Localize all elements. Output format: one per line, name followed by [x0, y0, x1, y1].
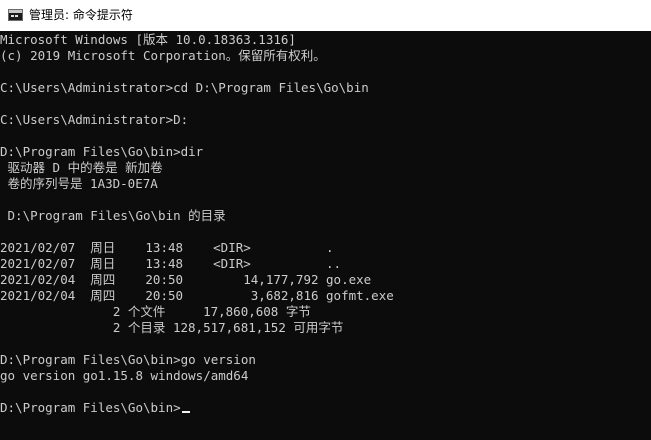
console-line: 2021/02/04 周四 20:50 3,682,816 gofmt.exe	[0, 288, 394, 303]
cmd-console-icon	[8, 9, 23, 21]
window-title: 管理员: 命令提示符	[29, 8, 133, 22]
console-line: 2 个目录 128,517,681,152 可用字节	[0, 320, 344, 335]
cmd-window: 管理员: 命令提示符 Microsoft Windows [版本 10.0.18…	[0, 0, 651, 440]
title-bar[interactable]: 管理员: 命令提示符	[0, 0, 651, 31]
console-line: 2021/02/07 周日 13:48 <DIR> ..	[0, 256, 342, 271]
console-line: go version go1.15.8 windows/amd64	[0, 368, 249, 383]
console-line: 2 个文件 17,860,608 字节	[0, 304, 311, 319]
console-output[interactable]: Microsoft Windows [版本 10.0.18363.1316] (…	[0, 31, 651, 440]
current-prompt: D:\Program Files\Go\bin>	[0, 400, 181, 415]
console-line: D:\Program Files\Go\bin>dir	[0, 144, 204, 159]
console-line: D:\Program Files\Go\bin>go version	[0, 352, 256, 367]
console-line: (c) 2019 Microsoft Corporation。保留所有权利。	[0, 48, 326, 63]
console-line: D:\Program Files\Go\bin 的目录	[0, 208, 226, 223]
console-line: 驱动器 D 中的卷是 新加卷	[0, 160, 163, 175]
text-cursor	[181, 411, 190, 413]
prompt-line[interactable]: D:\Program Files\Go\bin>	[0, 400, 190, 416]
console-line: 卷的序列号是 1A3D-0E7A	[0, 176, 158, 191]
console-line: C:\Users\Administrator>cd D:\Program Fil…	[0, 80, 369, 95]
console-line: 2021/02/04 周四 20:50 14,177,792 go.exe	[0, 272, 372, 287]
console-line: Microsoft Windows [版本 10.0.18363.1316]	[0, 32, 296, 47]
console-line: 2021/02/07 周日 13:48 <DIR> .	[0, 240, 334, 255]
console-line: C:\Users\Administrator>D:	[0, 112, 189, 127]
